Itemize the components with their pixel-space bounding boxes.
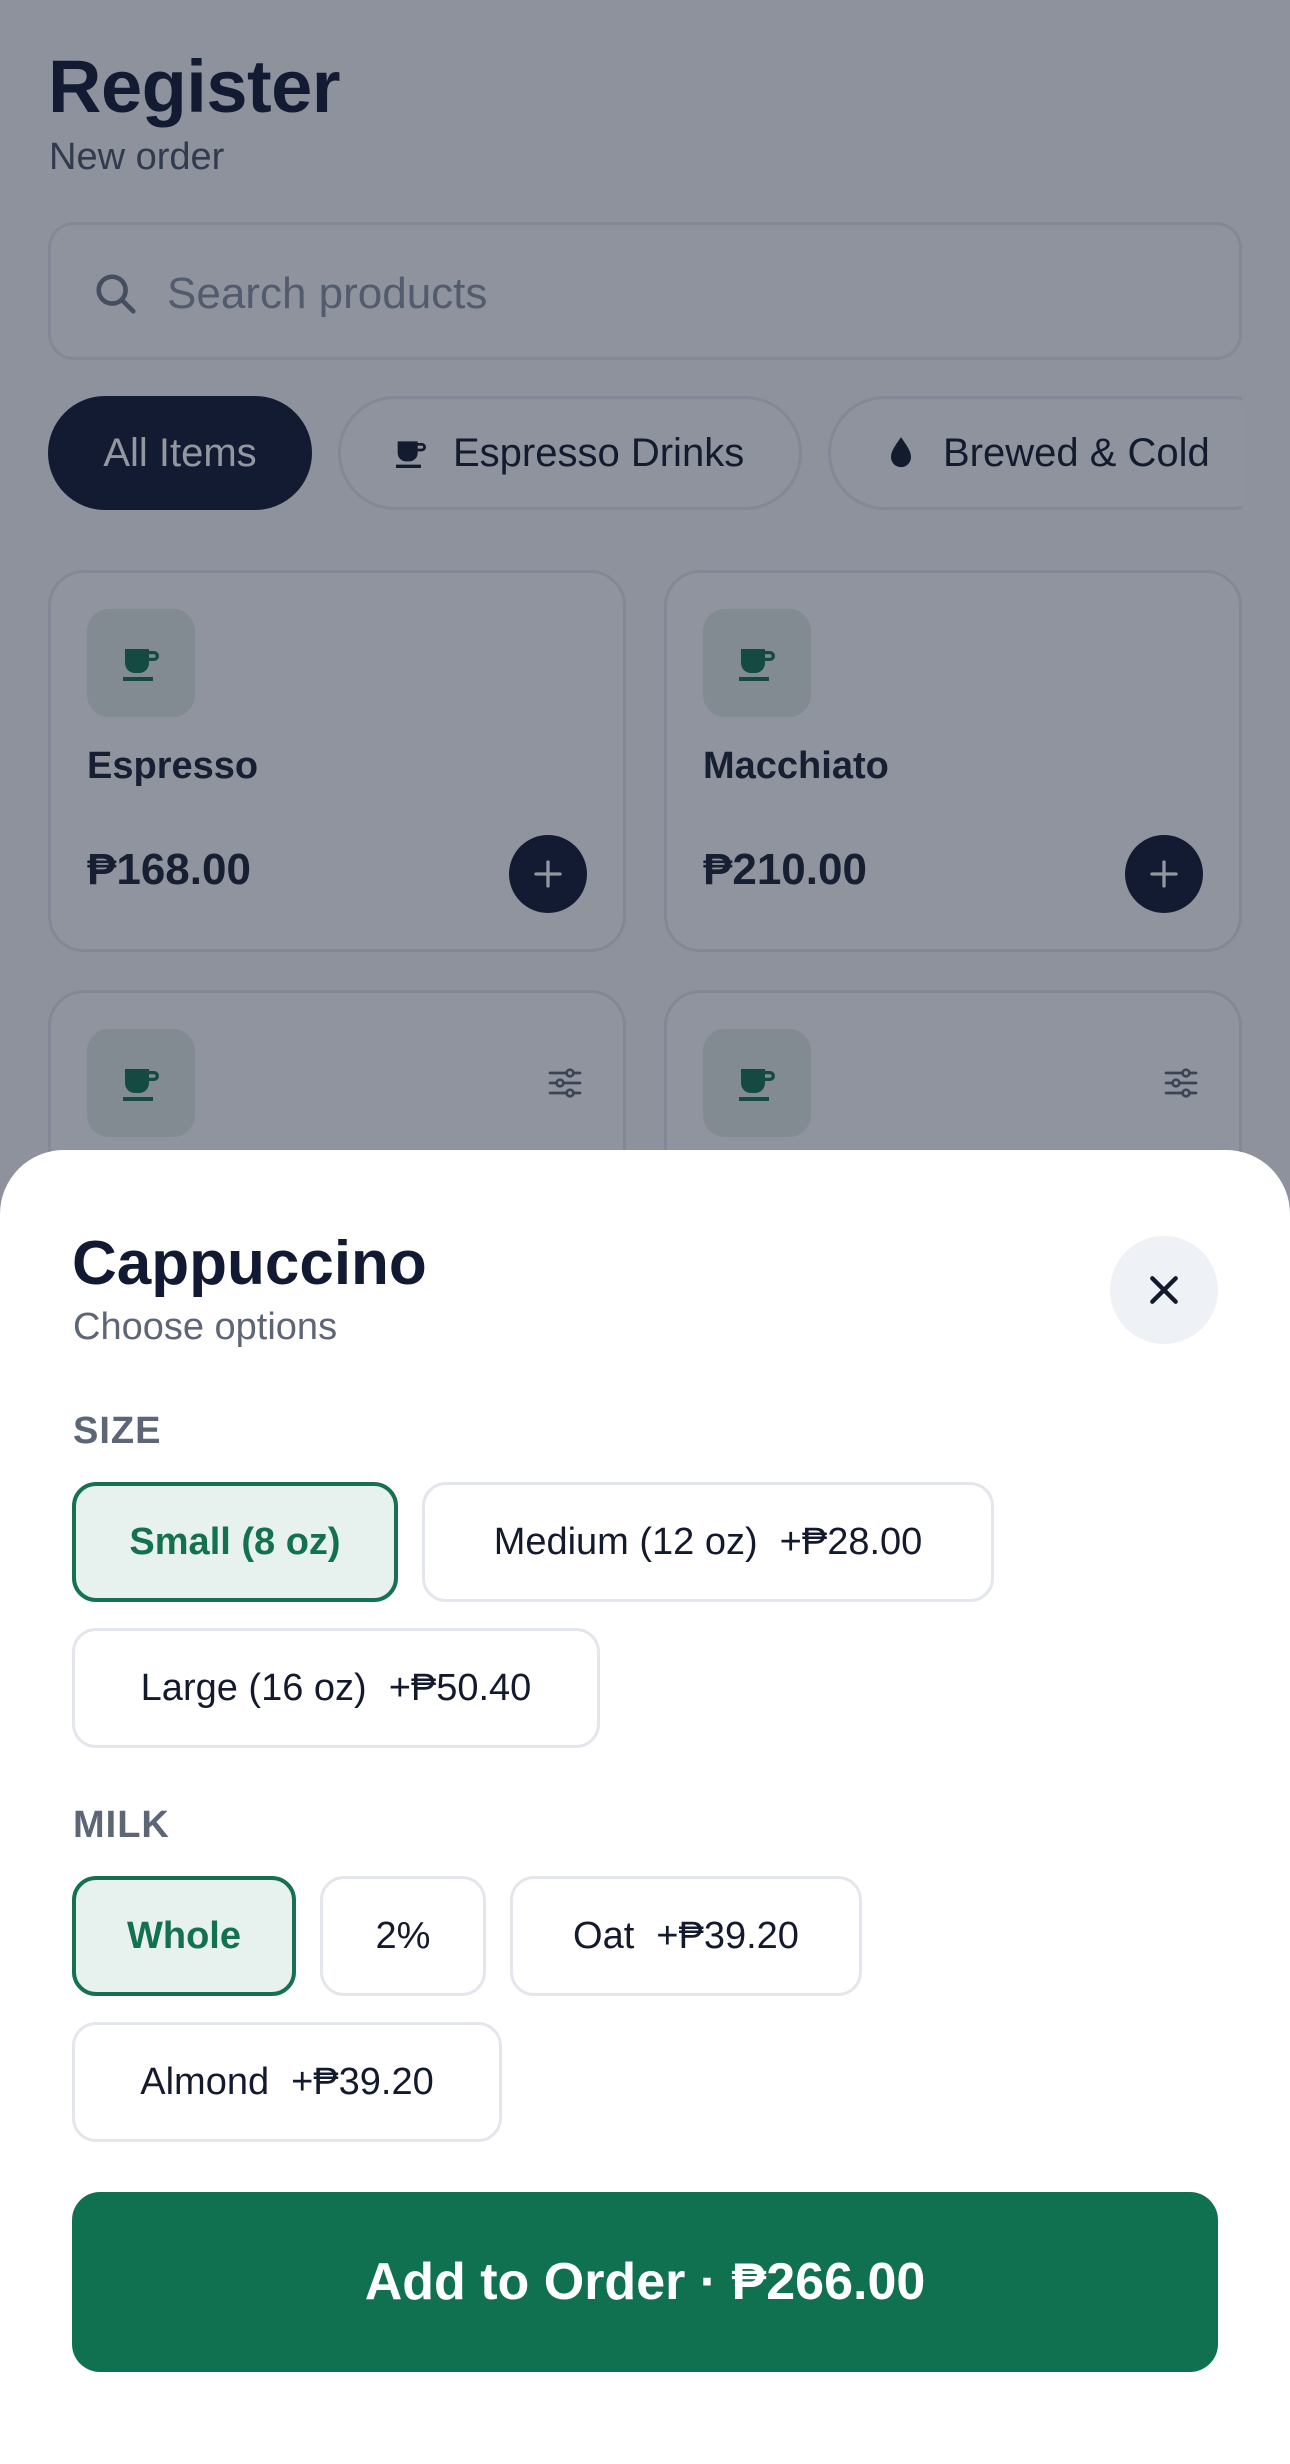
option-label: Oat <box>573 1914 635 1957</box>
add-to-order-label: Add to Order · ₱266.00 <box>364 2253 926 2311</box>
milk-option-whole[interactable]: Whole <box>72 1876 296 1996</box>
add-to-order-button[interactable]: Add to Order · ₱266.00 <box>72 2192 1218 2372</box>
option-label: Medium (12 oz) <box>493 1520 758 1563</box>
option-label: Large (16 oz) <box>140 1666 367 1709</box>
size-option-medium[interactable]: Medium (12 oz) +₱28.00 <box>422 1482 994 1602</box>
option-price-extra: +₱28.00 <box>779 1520 923 1563</box>
option-price-extra: +₱39.20 <box>656 1914 799 1957</box>
close-icon <box>1150 1276 1178 1304</box>
option-label: Almond <box>140 2060 270 2103</box>
option-price-extra: +₱39.20 <box>291 2060 434 2103</box>
register-screen: Register New order Search products All I… <box>0 0 1290 2464</box>
close-button[interactable] <box>1110 1236 1218 1344</box>
size-option-small[interactable]: Small (8 oz) <box>72 1482 398 1602</box>
option-label: 2% <box>375 1914 431 1957</box>
size-section-label: SIZE <box>73 1410 162 1452</box>
sheet-subtitle: Choose options <box>73 1306 338 1348</box>
option-label: Whole <box>127 1914 241 1957</box>
milk-section-label: MILK <box>73 1804 170 1846</box>
option-label: Small (8 oz) <box>129 1520 341 1563</box>
size-option-large[interactable]: Large (16 oz) +₱50.40 <box>72 1628 600 1748</box>
option-price-extra: +₱50.40 <box>388 1666 532 1709</box>
milk-option-2-percent[interactable]: 2% <box>320 1876 486 1996</box>
milk-option-oat[interactable]: Oat +₱39.20 <box>510 1876 862 1996</box>
sheet-title: Cappuccino <box>72 1229 427 1298</box>
product-options-sheet: Cappuccino Choose options SIZE Small (8 … <box>0 1150 1290 2464</box>
milk-option-almond[interactable]: Almond +₱39.20 <box>72 2022 502 2142</box>
